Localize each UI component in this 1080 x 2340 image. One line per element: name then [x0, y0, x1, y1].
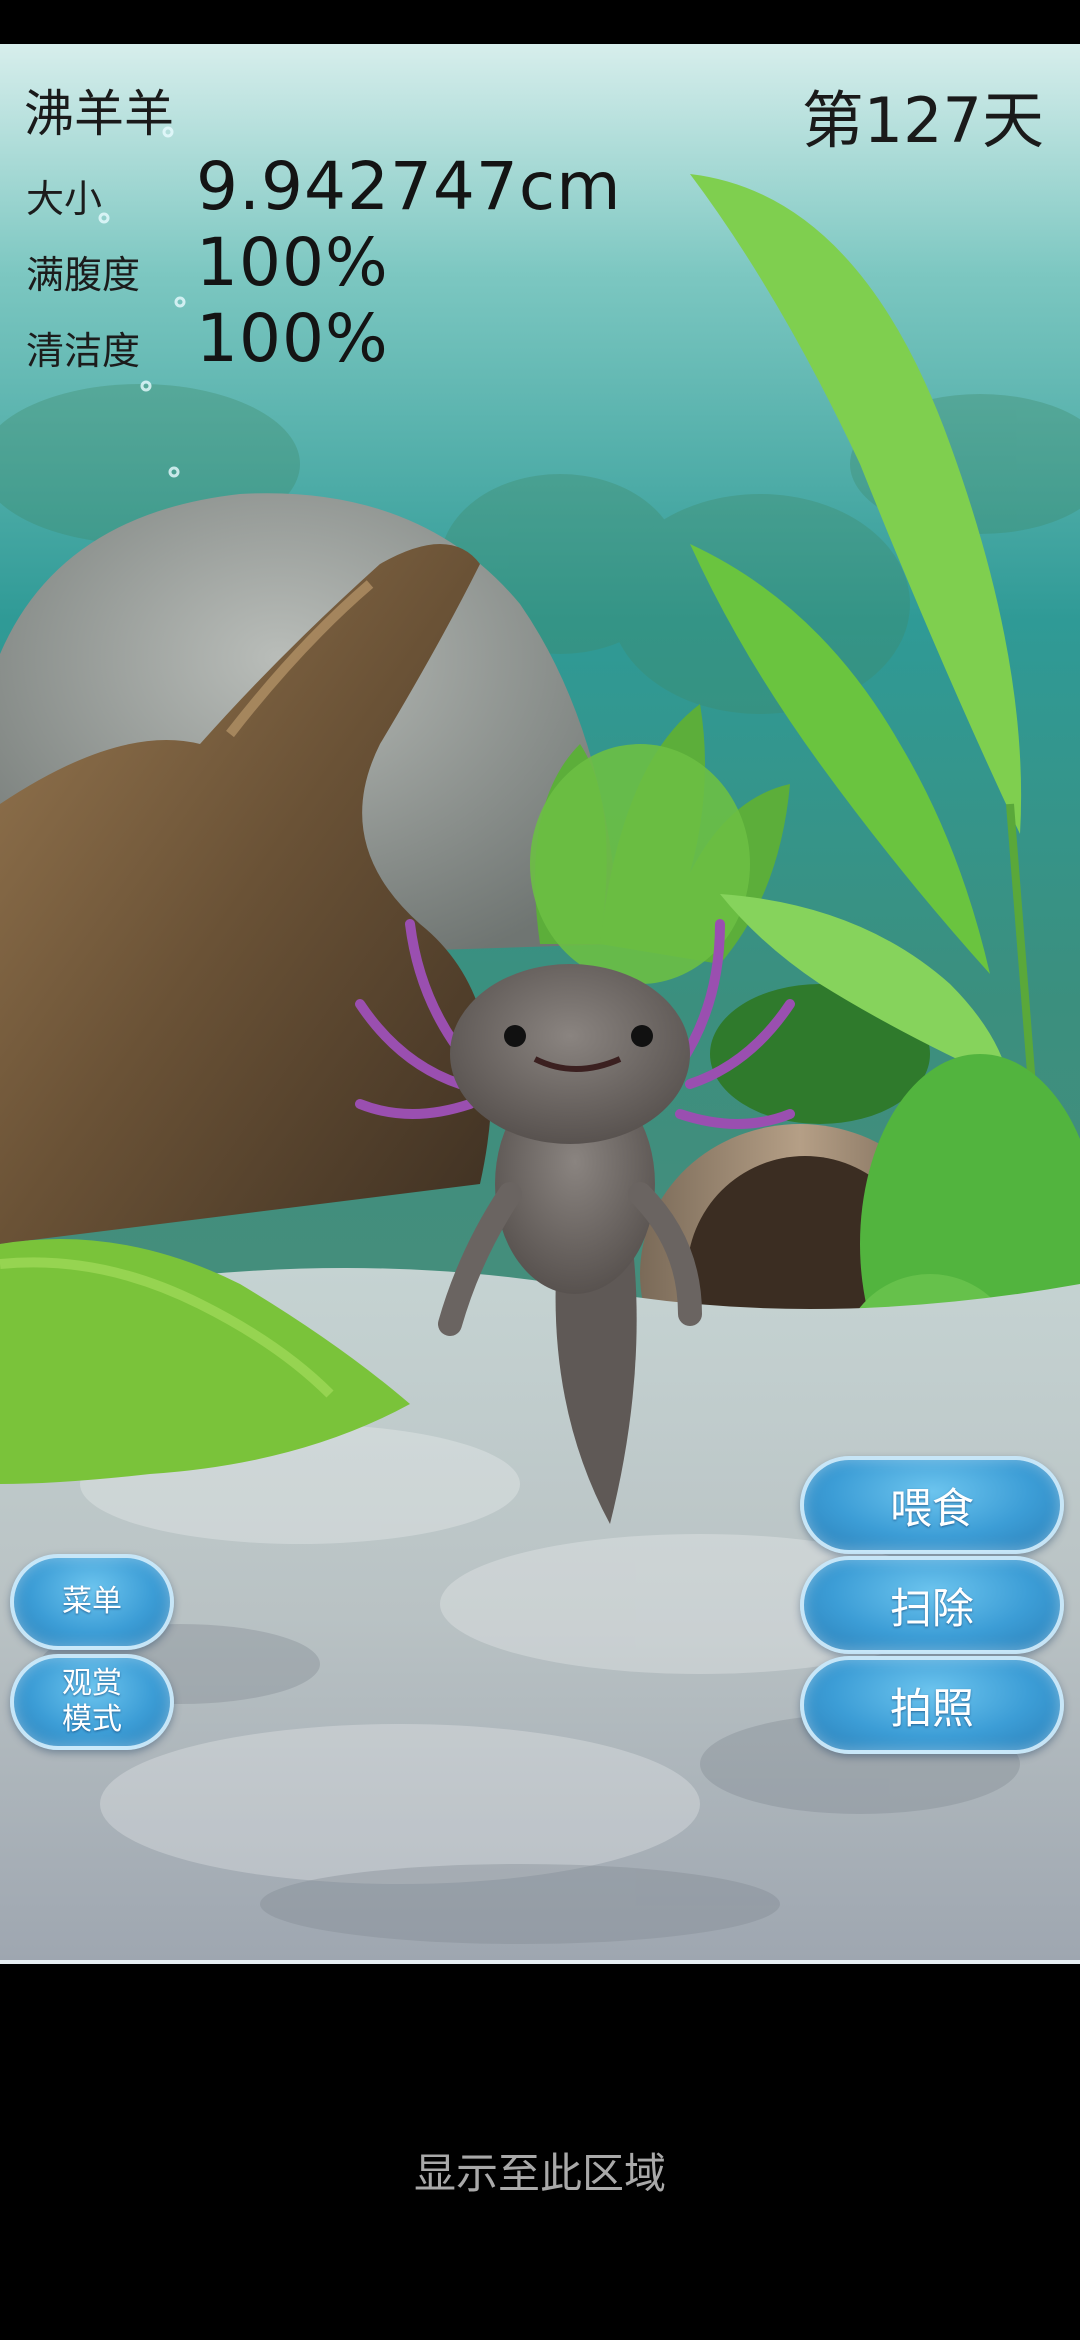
feed-button[interactable]: 喂食	[800, 1456, 1064, 1554]
photo-button[interactable]: 拍照	[800, 1656, 1064, 1754]
aquarium-view[interactable]: 沸羊羊 第127天 大小 9.942747cm 满腹度 100% 清洁度 100…	[0, 44, 1080, 1964]
stat-value-size: 9.942747cm	[196, 148, 622, 225]
stat-label-size: 大小	[26, 177, 103, 221]
view-mode-label-line1: 观赏	[62, 1666, 122, 1701]
pet-name: 沸羊羊	[24, 85, 174, 143]
view-mode-label-line2: 模式	[62, 1702, 122, 1737]
clean-button[interactable]: 扫除	[800, 1556, 1064, 1654]
stat-value-fullness: 100%	[196, 224, 389, 301]
stat-value-cleanliness: 100%	[196, 300, 389, 377]
menu-button[interactable]: 菜单	[10, 1554, 174, 1650]
stat-label-cleanliness: 清洁度	[26, 329, 141, 373]
stat-label-fullness: 满腹度	[26, 253, 141, 297]
view-mode-button[interactable]: 观赏 模式	[10, 1654, 174, 1750]
display-area-hint: 显示至此区域	[413, 2149, 666, 2198]
day-counter: 第127天	[801, 84, 1044, 157]
status-bar	[0, 0, 1080, 44]
